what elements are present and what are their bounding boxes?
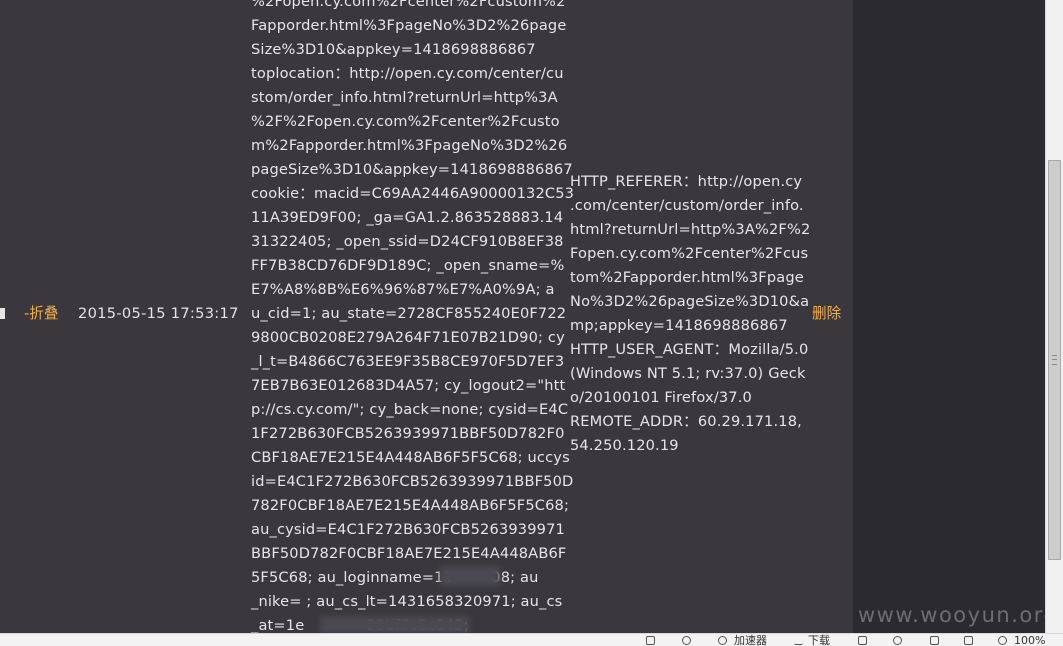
zoom-level[interactable]: 100%	[1014, 635, 1045, 646]
layout-icon[interactable]	[930, 636, 939, 645]
request-line: _l_t=B4866C763EE9F35B8CE970F5D7EF3	[251, 353, 565, 370]
request-detail-cell: %2Fopen.cy.com%2Fcenter%2Fcustom%2 Fappor…	[251, 0, 574, 633]
header-line: HTTP_REFERER：http://open.cy	[570, 173, 803, 190]
request-line: _nike= ; au_cs_lt=1431658320971; au_cs	[251, 593, 563, 610]
header-line: No%3D2%26pageSize%3D10&a	[570, 293, 810, 310]
request-line: u_cid=1; au_state=2728CF855240E0F722	[251, 305, 567, 322]
row-timestamp: 2015-05-15 17:53:17	[78, 305, 239, 322]
request-line: Size%3D10&appkey=1418698886867	[251, 41, 536, 58]
watermark-text: www.wooyun.org	[858, 603, 1059, 627]
history-icon[interactable]	[893, 636, 902, 645]
status-bar: 加速器 下载 100%	[0, 633, 1063, 646]
request-line: stom/order_info.html?returnUrl=http%3A	[251, 89, 558, 106]
request-line: FF7B38CD76DF9D189C; _open_sname=%	[251, 257, 565, 274]
request-line: 782F0CBF18AE7E215E4A448AB6F5F5C68;	[251, 497, 570, 514]
request-line: %2F%2Fopen.cy.com%2Fcenter%2Fcusto	[251, 113, 560, 130]
header-line: 54.250.120.19	[570, 437, 679, 454]
download-label[interactable]: 下载	[808, 635, 830, 646]
request-line: cookie：macid=C69AA2446A90000132C53	[251, 185, 575, 202]
header-line: HTTP_USER_AGENT：Mozilla/5.0	[570, 341, 809, 358]
browser-icon[interactable]	[682, 636, 691, 645]
header-line: o/20100101 Firefox/37.0	[570, 389, 752, 406]
accelerator-icon[interactable]	[718, 636, 727, 645]
header-line: html?returnUrl=http%3A%2F%2	[570, 221, 811, 238]
window-icon[interactable]	[858, 636, 867, 645]
redaction-mark	[320, 616, 470, 633]
phone-icon[interactable]	[646, 636, 655, 645]
request-line: 7EB7B63E012683D4A57; cy_logout2="htt	[251, 377, 566, 394]
zoom-icon[interactable]	[998, 636, 1007, 645]
request-line: p://cs.cy.com/"; cy_back=none; cysid=E4C	[251, 401, 569, 418]
volume-icon[interactable]	[964, 636, 973, 645]
header-line: .com/center/custom/order_info.	[570, 197, 804, 214]
header-line: REMOTE_ADDR：60.29.171.18,	[570, 413, 802, 430]
header-line: (Windows NT 5.1; rv:37.0) Geck	[570, 365, 806, 382]
accelerator-label[interactable]: 加速器	[734, 635, 767, 646]
request-line: 5F5C68; au_loginname=13 08; au	[251, 569, 539, 586]
delete-link[interactable]: 删除	[812, 302, 841, 326]
header-line: tom%2Fapporder.html%3Fpage	[570, 269, 804, 286]
request-line: 11A39ED9F00; _ga=GA1.2.863528883.14	[251, 209, 564, 226]
request-line: %2Fopen.cy.com%2Fcenter%2Fcustom%2	[251, 0, 566, 10]
browser-viewport: -折叠 2015-05-15 17:53:17 %2Fopen.cy.com%2…	[0, 0, 1063, 646]
collapse-link[interactable]: -折叠	[24, 302, 58, 326]
header-detail-cell: HTTP_REFERER：http://open.cy .com/center/c…	[570, 170, 810, 458]
grip-icon	[1052, 355, 1057, 365]
request-line: Fapporder.html%3FpageNo%3D2%26page	[251, 17, 567, 34]
request-line: 1F272B630FCB5263939971BBF50D782F0	[251, 425, 565, 442]
header-line: Fopen.cy.com%2Fcenter%2Fcus	[570, 245, 809, 262]
header-line: mp;appkey=1418698886867	[570, 317, 788, 334]
request-line: id=E4C1F272B630FCB5263939971BBF50D	[251, 473, 574, 490]
request-line: pageSize%3D10&appkey=1418698886867	[251, 161, 573, 178]
side-panel	[853, 0, 1045, 633]
request-line: toplocation：http://open.cy.com/center/cu	[251, 65, 564, 82]
scrollbar-thumb[interactable]	[1048, 160, 1061, 560]
request-line: au_cysid=E4C1F272B630FCB5263939971	[251, 521, 565, 538]
request-line: E7%A8%8B%E6%96%87%E7%A0%9A; a	[251, 281, 555, 298]
row-checkbox[interactable]	[0, 308, 5, 319]
request-line: CBF18AE7E215E4A448AB6F5F5C68; uccys	[251, 449, 570, 466]
request-line: BBF50D782F0CBF18AE7E215E4A448AB6F	[251, 545, 567, 562]
redaction-mark	[440, 566, 500, 586]
request-line: m%2Fapporder.html%3FpageNo%3D2%26	[251, 137, 568, 154]
page-content: -折叠 2015-05-15 17:53:17 %2Fopen.cy.com%2…	[0, 0, 853, 633]
request-line: 9800CB0208E279A264F71E07B21D90; cy	[251, 329, 565, 346]
download-icon[interactable]	[794, 636, 803, 645]
vertical-scrollbar[interactable]	[1045, 0, 1063, 633]
request-line: 31322405; _open_ssid=D24CF910B8EF38	[251, 233, 564, 250]
